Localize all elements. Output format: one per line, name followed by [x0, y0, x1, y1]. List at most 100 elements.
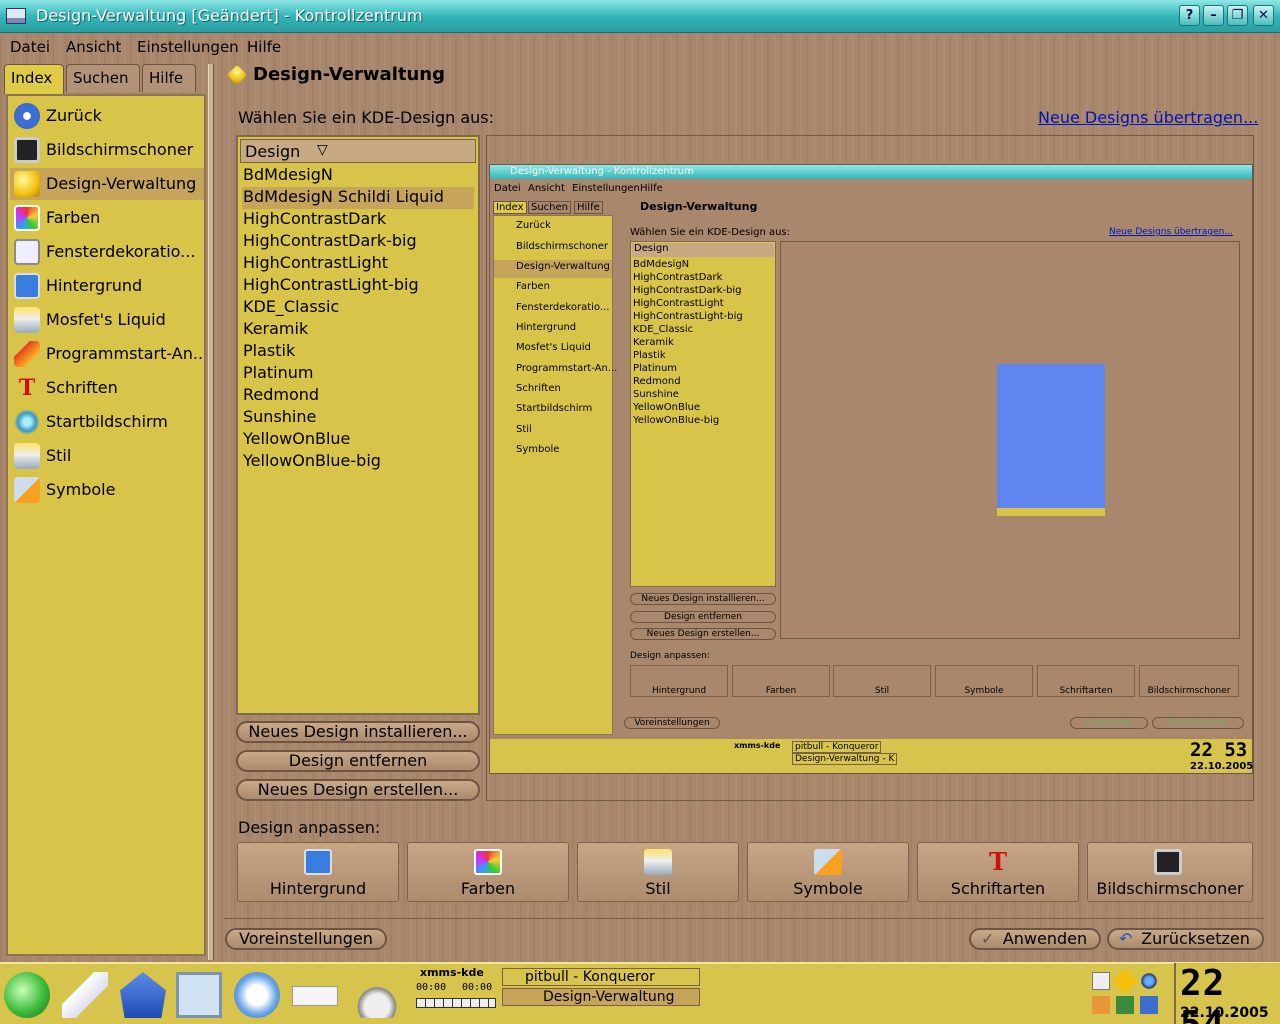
sidebar-item-fensterdekoration[interactable]: Fensterdekoratio... [10, 236, 204, 268]
menu-einstellungen[interactable]: Einstellungen [137, 38, 239, 56]
defaults-button[interactable]: Voreinstellungen [225, 928, 387, 950]
customize-symbole-button[interactable]: Symbole [747, 842, 909, 902]
menu-hilfe[interactable]: Hilfe [247, 38, 281, 56]
xmms-controls[interactable] [416, 998, 496, 1008]
sidebar-item-hintergrund[interactable]: Hintergrund [10, 270, 204, 302]
close-button[interactable]: ✕ [1253, 5, 1274, 26]
install-design-button[interactable]: Neues Design installieren... [236, 721, 480, 743]
preview-btn-schriftarten: Schriftarten [1037, 665, 1135, 697]
preview-list-item: YellowOnBlue [633, 402, 701, 413]
create-design-button[interactable]: Neues Design erstellen... [236, 779, 480, 801]
tray-icon[interactable] [1092, 996, 1110, 1014]
style-icon [644, 849, 672, 875]
list-item[interactable]: Keramik [242, 319, 474, 341]
preview-list: Design BdMdesigN HighContrastDark HighCo… [630, 241, 776, 587]
customize-stil-button[interactable]: Stil [577, 842, 739, 902]
network-icon[interactable] [1116, 996, 1134, 1014]
remove-design-button[interactable]: Design entfernen [236, 750, 480, 772]
preview-reset-button: Zurücksetzen [1152, 717, 1244, 729]
colors-icon [474, 849, 502, 875]
editor-icon[interactable] [62, 972, 108, 1018]
sidebar-item-schriften[interactable]: T Schriften [10, 372, 204, 404]
list-item[interactable]: Sunshine [242, 407, 474, 429]
preview-task-design: Design-Verwaltung - K [792, 753, 898, 765]
sidebar-item-programmstart[interactable]: Programmstart-An... [10, 338, 204, 370]
control-center-icon [6, 8, 26, 24]
preview-list-header: Design [632, 243, 774, 257]
preview-list-item: Sunshine [633, 389, 679, 400]
sidebar-item-label: Mosfet's Liquid [46, 310, 166, 329]
sidebar-item-zurueck[interactable]: Zurück [10, 100, 204, 132]
list-item[interactable]: YellowOnBlue-big [242, 451, 474, 473]
sidebar-item-design-verwaltung[interactable]: Design-Verwaltung [10, 168, 204, 200]
fonts-icon: T [18, 375, 36, 401]
task-konqueror[interactable]: pitbull - Konqueror [502, 968, 700, 986]
volume-icon[interactable] [1140, 972, 1158, 990]
theme-manager-icon [14, 171, 40, 197]
customize-schriftarten-button[interactable]: T Schriftarten [917, 842, 1079, 902]
home-icon[interactable] [120, 972, 166, 1018]
task-design-verwaltung[interactable]: Design-Verwaltung [502, 988, 700, 1006]
reset-button[interactable]: ↶ Zurücksetzen [1107, 928, 1264, 950]
tab-suchen[interactable]: Suchen [66, 64, 140, 92]
preview-taskbar: xmms-kde pitbull - Konqueror Design-Verw… [490, 739, 1253, 773]
customize-farben-button[interactable]: Farben [407, 842, 569, 902]
maximize-button[interactable]: ❐ [1227, 5, 1248, 26]
clock[interactable]: 22 54 22.10.2005 [1174, 963, 1280, 1024]
preview-list-item: KDE_Classic [633, 324, 694, 335]
preview-sidebar-item: Fensterdekoratio... [516, 302, 610, 313]
display-icon[interactable] [1140, 996, 1158, 1014]
sidebar-item-stil[interactable]: Stil [10, 440, 204, 472]
minimize-button[interactable]: – [1203, 5, 1224, 26]
update-icon[interactable] [1112, 968, 1138, 994]
preview-tab-suchen: Suchen [528, 201, 572, 214]
task-label: pitbull - Konqueror [525, 969, 655, 985]
sidebar-item-farben[interactable]: Farben [10, 202, 204, 234]
sidebar-item-bildschirmschoner[interactable]: Bildschirmschoner [10, 134, 204, 166]
design-list[interactable]: Design ▽ BdMdesigN BdMdesigN Schildi Liqu… [236, 135, 480, 715]
xmms-applet[interactable]: xmms-kde 00:00 00:00 [408, 964, 498, 1024]
list-item[interactable]: KDE_Classic [242, 297, 474, 319]
preview-list-item: Keramik [633, 337, 674, 348]
preview-sidebar-item: Stil [516, 424, 532, 435]
klipper-icon[interactable] [1092, 972, 1110, 990]
list-item[interactable]: HighContrastDark-big [242, 231, 474, 253]
list-item[interactable]: YellowOnBlue [242, 429, 474, 451]
preview-sidebar-item: Farben [516, 281, 550, 292]
k-menu-icon[interactable] [4, 972, 50, 1018]
tab-hilfe[interactable]: Hilfe [142, 64, 196, 92]
list-item[interactable]: HighContrastLight-big [242, 275, 474, 297]
preview-clock-time: 22 53 [1190, 739, 1248, 761]
keyboard-icon[interactable] [292, 986, 338, 1006]
sidebar: Zurück Bildschirmschoner Design-Verwaltu… [6, 94, 206, 956]
mail-icon[interactable] [234, 972, 280, 1018]
sidebar-item-startbildschirm[interactable]: Startbildschirm [10, 406, 204, 438]
tab-index[interactable]: Index [4, 64, 64, 94]
sidebar-splitter[interactable] [208, 64, 214, 960]
preview-tab-index: Index [493, 201, 527, 214]
list-item[interactable]: HighContrastDark [242, 209, 474, 231]
list-item[interactable]: Redmond [242, 385, 474, 407]
list-item[interactable]: BdMdesigN Schildi Liquid [242, 187, 474, 209]
list-item[interactable]: HighContrastLight [242, 253, 474, 275]
preview-defaults-button: Voreinstellungen [624, 717, 720, 729]
sidebar-item-symbole[interactable]: Symbole [10, 474, 204, 506]
customize-hintergrund-button[interactable]: Hintergrund [237, 842, 399, 902]
customize-bildschirmschoner-button[interactable]: Bildschirmschoner [1087, 842, 1253, 902]
list-item[interactable]: BdMdesigN [242, 165, 474, 187]
apply-button[interactable]: ✓ Anwenden [969, 928, 1101, 950]
joystick-icon[interactable] [354, 972, 400, 1018]
menu-datei[interactable]: Datei [10, 38, 50, 56]
button-label: Farben [460, 879, 516, 898]
get-new-designs-link[interactable]: Neue Designs übertragen... [1038, 108, 1258, 127]
sidebar-item-label: Design-Verwaltung [46, 174, 197, 193]
design-list-header[interactable]: Design ▽ [240, 139, 476, 163]
konqueror-icon[interactable] [176, 972, 222, 1018]
help-button[interactable]: ? [1179, 5, 1200, 26]
list-item[interactable]: Plastik [242, 341, 474, 363]
window-titlebar[interactable]: Design-Verwaltung [Geändert] - Kontrollz… [0, 0, 1280, 33]
list-item[interactable]: Platinum [242, 363, 474, 385]
menu-ansicht[interactable]: Ansicht [66, 38, 121, 56]
sidebar-item-mosfets-liquid[interactable]: Mosfet's Liquid [10, 304, 204, 336]
preview-sidebar-item: Schriften [516, 383, 561, 394]
